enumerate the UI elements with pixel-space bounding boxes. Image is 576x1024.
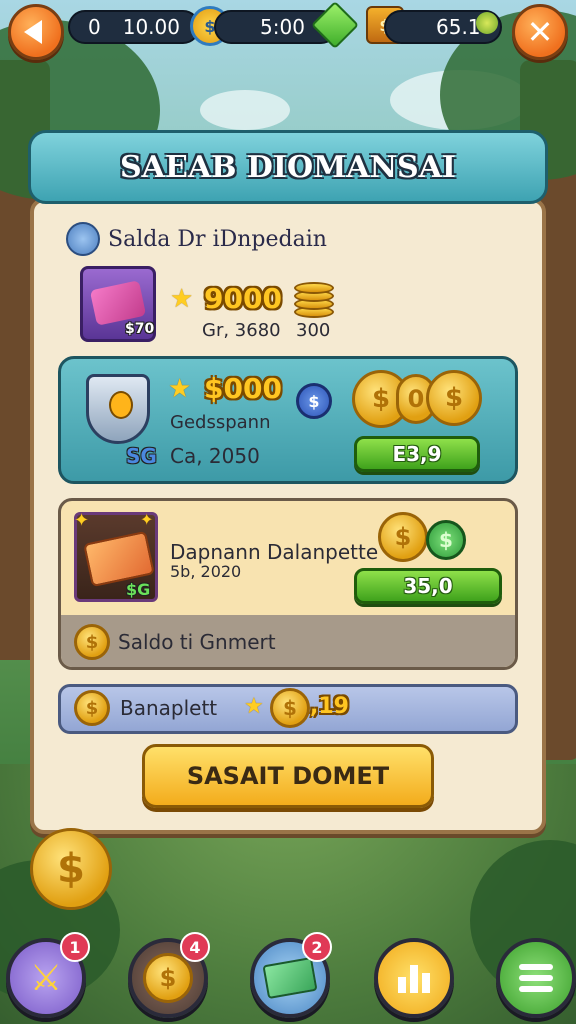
saldo-title: Salda Dr iDnpedain [108,226,327,252]
wallet-item-icon[interactable]: $70 [80,266,156,342]
close-button[interactable]: ✕ [512,4,568,60]
row4-label: Banaplett [120,696,218,720]
notification-badge: 2 [302,932,332,962]
row2-sub: Ca, 2050 [170,444,260,468]
bar-chart-icon [398,963,430,993]
back-button[interactable] [8,4,64,60]
top-bar: 0 10.00 $ 5:00 $ 65.1 ✕ [0,0,576,64]
resource-value-a: 0 [88,15,101,39]
row2-buy-button[interactable]: E3,9 [354,436,480,472]
gold-coin-icon: $ [426,370,482,426]
notification-badge: 1 [60,932,90,962]
row1-coin-value: 300 [296,320,331,341]
resource-value-b: 10.00 [122,15,180,39]
sparkle-icon: ✦ [140,510,154,529]
wallet-card-icon [89,280,147,326]
row3-date: 5b, 2020 [170,562,242,581]
main-action-button[interactable]: SASAIT DOMET [142,744,434,808]
star-icon: ★ [168,374,192,404]
close-icon: ✕ [526,13,554,51]
chest-value: 65.1 [436,15,481,39]
menu-icon [519,964,553,992]
row2-name: Gedsspann [170,412,271,433]
notification-badge: 4 [180,932,210,962]
row2-amount: $000 [204,372,282,405]
row4-value: ,19 [310,694,349,719]
coin-icon: $ [143,953,193,1003]
row1-amount: 9000 [204,282,282,315]
gold-coin-icon: $ [74,624,110,660]
green-orb-icon [476,12,498,34]
resource-pill-1: 0 10.00 [68,10,200,44]
sparkle-icon: ✦ [74,510,90,531]
shield-icon [66,222,100,256]
floating-coin-icon: $ [30,828,112,910]
gold-coin-icon: $ [74,690,110,726]
panel-header: SAEAB DIOMANSAI [28,130,548,204]
row3-badge: $G [126,580,151,599]
timer-value: 5:00 [260,15,305,39]
row3-buy-button[interactable]: 35,0 [354,568,502,604]
star-icon: ★ [170,284,194,314]
back-arrow-icon [24,20,42,44]
sword-icon: ⚔ [29,957,63,999]
gold-coin-icon: $ [378,512,428,562]
row2-badge: SG [126,444,157,468]
saldo-header: Salda Dr iDnpedain [66,222,327,256]
item-badge: $70 [125,321,155,337]
star-icon: ★ [244,694,264,719]
nav-menu-button[interactable] [496,938,576,1018]
row3-name: Dapnann Dalanpette [170,540,379,564]
cash-icon [262,956,318,1000]
shield-item-icon [86,374,150,444]
gold-coin-icon: $ [270,688,310,728]
coin-stack-icon [294,282,334,322]
blue-coin-icon: $ [296,383,332,419]
row1-sub: Gr, 3680 [202,320,281,341]
nav-stats-button[interactable] [374,938,454,1018]
row3-footer-label: Saldo ti Gnmert [118,630,276,654]
panel-title: SAEAB DIOMANSAI [120,149,456,185]
green-coin-icon: $ [426,520,466,560]
